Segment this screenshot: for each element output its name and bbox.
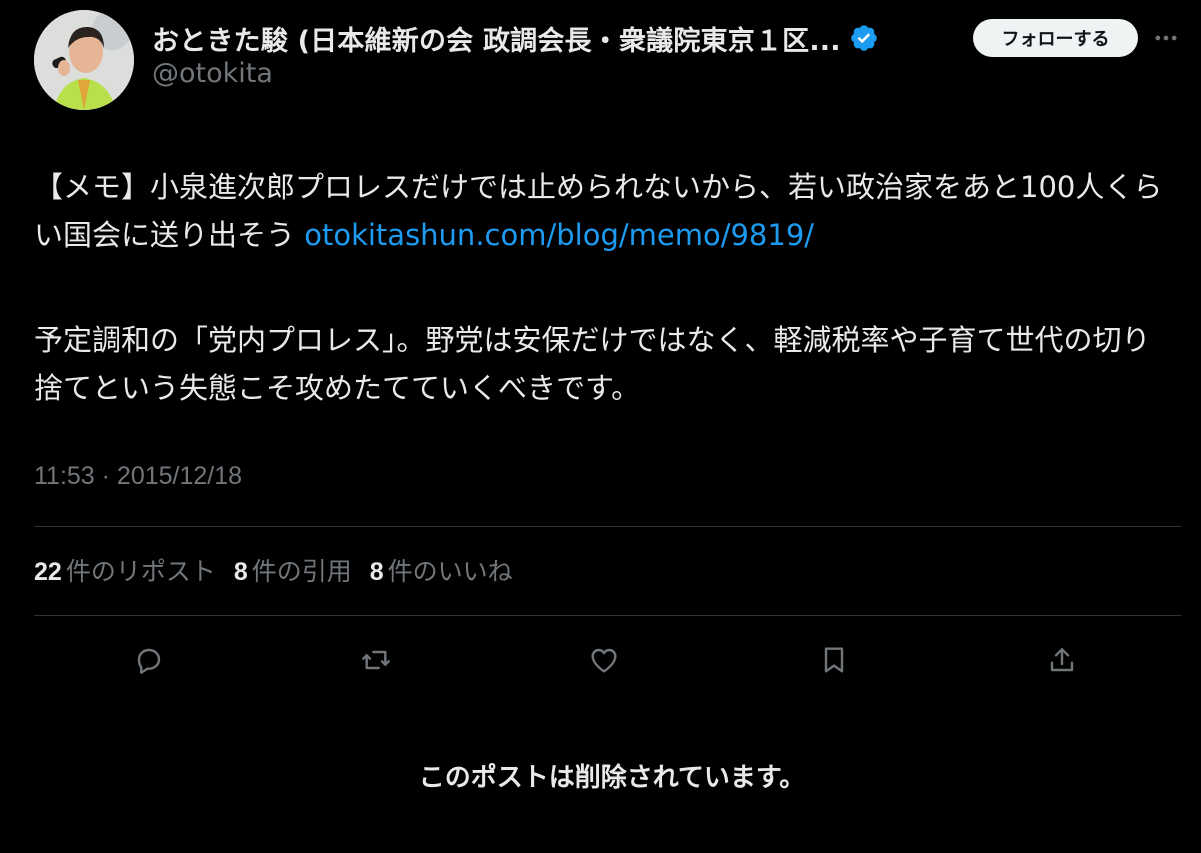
quotes-count: 8 xyxy=(233,558,248,586)
quotes-label: 件の引用 xyxy=(251,557,352,586)
likes-label: 件のいいね xyxy=(387,557,513,586)
reposts-count: 22 xyxy=(34,558,62,586)
like-icon[interactable] xyxy=(588,644,620,676)
author-name-row: おときた駿 (日本維新の会 政調会長・衆議院東京１区... xyxy=(152,18,879,58)
reposts-stat[interactable]: 22 件のリポスト xyxy=(34,552,216,588)
likes-stat[interactable]: 8 件のいいね xyxy=(370,552,513,588)
post-timestamp[interactable]: 11:53 · 2015/12/18 xyxy=(34,462,242,491)
author-handle[interactable]: @otokita xyxy=(152,58,273,89)
post-text-paragraph-2: 予定調和の「党内プロレス」。野党は安保だけではなく、軽減税率や子育て世代の切り捨… xyxy=(34,323,1151,405)
engagement-stats: 22 件のリポスト 8 件の引用 8 件のいいね xyxy=(34,552,513,588)
likes-count: 8 xyxy=(369,558,384,586)
repost-icon[interactable] xyxy=(360,644,392,676)
follow-button[interactable]: フォローする xyxy=(973,19,1138,57)
more-horizontal-icon[interactable] xyxy=(1152,24,1180,52)
deleted-post-notice: このポストは削除されています。 xyxy=(418,763,806,793)
divider xyxy=(34,526,1181,527)
divider xyxy=(34,615,1181,616)
quotes-stat[interactable]: 8 件の引用 xyxy=(234,552,352,588)
post-text-paragraph-1: 【メモ】小泉進次郎プロレスだけでは止められないから、若い政治家をあと100人くら… xyxy=(34,163,1174,259)
share-icon[interactable] xyxy=(1046,644,1078,676)
verified-badge-icon xyxy=(849,23,879,53)
avatar[interactable] xyxy=(34,10,134,110)
author-display-name[interactable]: おときた駿 (日本維新の会 政調会長・衆議院東京１区... xyxy=(152,19,841,58)
reposts-label: 件のリポスト xyxy=(65,557,216,586)
bookmark-icon[interactable] xyxy=(818,644,850,676)
reply-icon[interactable] xyxy=(133,644,165,676)
post-link[interactable]: otokitashun.com/blog/memo/9819/ xyxy=(304,218,814,252)
